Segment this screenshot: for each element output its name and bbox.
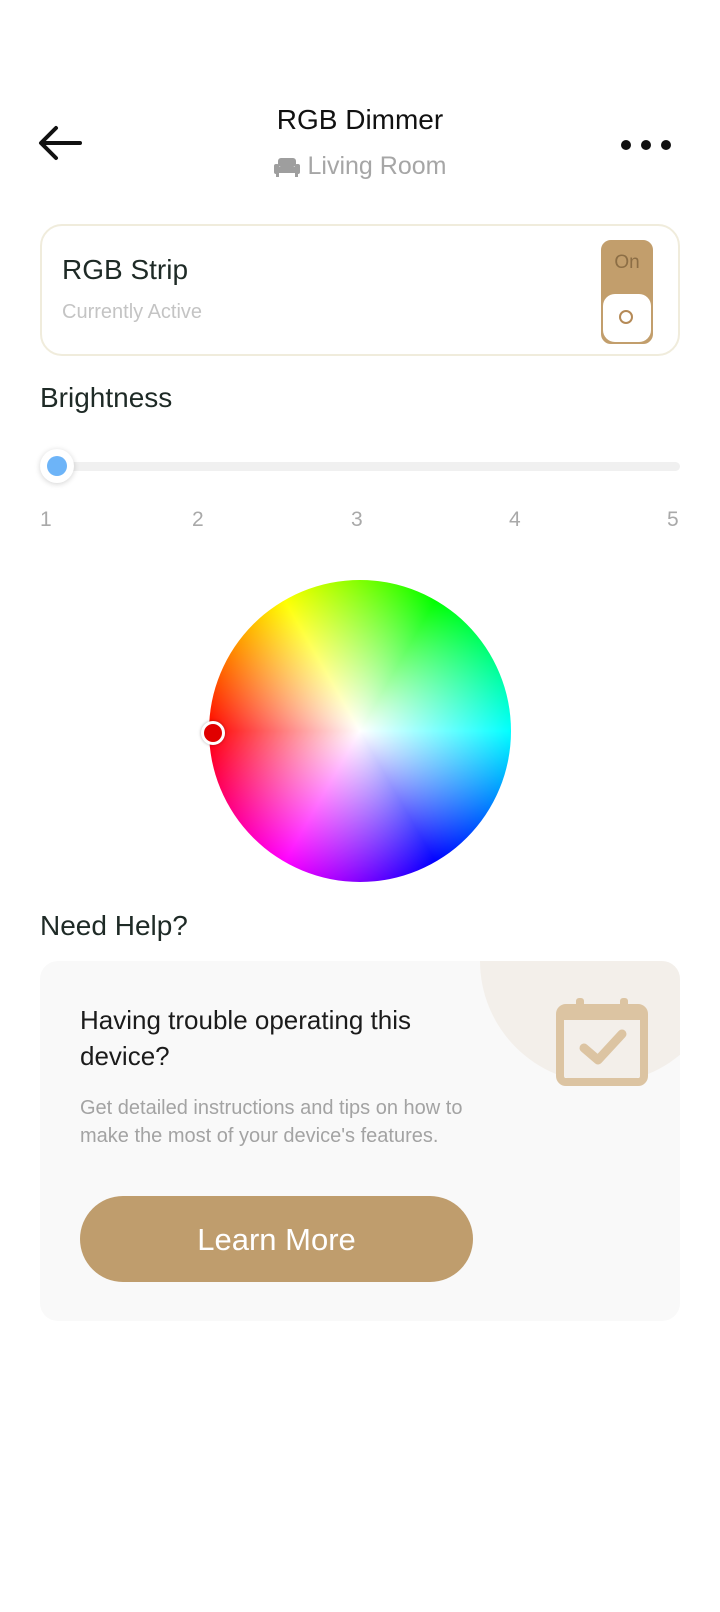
sofa-icon — [273, 155, 300, 184]
brightness-tick-1: 1 — [40, 508, 52, 531]
device-card — [40, 224, 680, 356]
device-status: Currently Active — [62, 301, 203, 323]
brightness-tick-2: 2 — [192, 508, 204, 531]
room-label: Living Room — [0, 152, 720, 184]
help-description: Get detailed instructions and tips on ho… — [80, 1097, 463, 1147]
slider-thumb-dot — [47, 456, 67, 476]
learn-more-button[interactable]: Learn More — [80, 1196, 473, 1282]
room-name: Living Room — [307, 152, 447, 180]
brightness-tick-4: 4 — [509, 508, 521, 531]
calendar-check-icon — [554, 996, 650, 1088]
device-name: RGB Strip — [62, 254, 189, 285]
color-wheel[interactable] — [209, 580, 511, 882]
help-title: Having trouble operating this device? — [80, 1005, 411, 1071]
brightness-tick-5: 5 — [667, 508, 679, 531]
more-options-button[interactable] — [618, 130, 674, 160]
brightness-tick-3: 3 — [351, 508, 363, 531]
help-section-label: Need Help? — [40, 910, 188, 941]
toggle-label: On — [614, 252, 640, 273]
brightness-label: Brightness — [40, 382, 173, 413]
page-title: RGB Dimmer — [276, 104, 444, 135]
color-picker-handle[interactable] — [201, 721, 225, 745]
more-horizontal-icon — [621, 140, 671, 150]
power-ring-icon — [619, 310, 633, 324]
brightness-slider-track[interactable] — [40, 462, 680, 471]
